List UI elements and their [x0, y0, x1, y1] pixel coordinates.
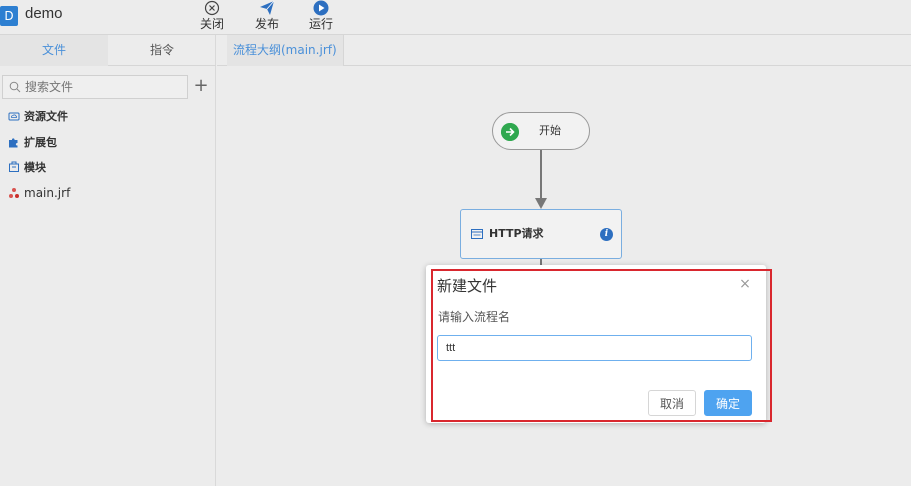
publish-button-label: 发布	[254, 17, 279, 31]
tab-files[interactable]: 文件	[0, 35, 108, 66]
cloud-folder-icon	[8, 112, 20, 121]
tree-item-label: 资源文件	[24, 110, 68, 123]
tree-item-label: 模块	[24, 161, 46, 174]
app-logo: D	[0, 6, 18, 26]
tab-commands[interactable]: 指令	[108, 35, 216, 66]
search-input[interactable]	[25, 78, 185, 96]
add-file-button[interactable]: +	[192, 76, 210, 96]
dialog-title: 新建文件	[437, 277, 498, 295]
top-toolbar: D demo 关闭 发布 运行	[0, 0, 911, 35]
tree-item-resources[interactable]: 资源文件	[8, 108, 68, 126]
run-button-label: 运行	[308, 17, 333, 31]
module-box-icon	[9, 161, 19, 172]
arrow-right-circle-icon	[501, 123, 519, 141]
editor-tab-bar: 流程大纲(main.jrf)	[217, 35, 911, 66]
tree-item-label: 扩展包	[24, 136, 57, 149]
tab-flow-outline[interactable]: 流程大纲(main.jrf)	[227, 35, 344, 66]
flow-connector	[540, 150, 542, 200]
puzzle-icon	[9, 138, 18, 148]
paper-plane-icon	[260, 0, 275, 15]
confirm-button[interactable]: 确定	[704, 390, 752, 416]
cancel-button[interactable]: 取消	[648, 390, 696, 416]
dialog-prompt: 请输入流程名	[438, 310, 511, 324]
publish-button[interactable]: 发布	[249, 0, 285, 35]
close-button-label: 关闭	[199, 17, 224, 31]
flow-node-start[interactable]: 开始	[492, 112, 590, 150]
flow-connector-arrow	[535, 198, 547, 209]
close-button[interactable]: 关闭	[194, 0, 230, 35]
flow-node-label: 开始	[539, 124, 561, 137]
flow-node-http-request[interactable]: HTTP请求 i	[460, 209, 622, 259]
search-box	[2, 75, 188, 99]
http-window-icon	[471, 229, 483, 239]
file-sidebar: 文件 指令 + 资源文件 扩展包 模块 main.jrf	[0, 35, 216, 486]
flow-file-icon	[9, 188, 19, 198]
search-icon	[9, 81, 21, 93]
app-title: demo	[25, 5, 63, 22]
tree-item-label: main.jrf	[24, 186, 71, 200]
run-button[interactable]: 运行	[303, 0, 339, 35]
tree-item-main-jrf[interactable]: main.jrf	[8, 184, 70, 202]
tree-item-packages[interactable]: 扩展包	[8, 134, 57, 152]
close-circle-icon	[204, 0, 220, 16]
tree-item-modules[interactable]: 模块	[8, 159, 46, 177]
play-icon	[313, 0, 329, 16]
flow-node-label: HTTP请求	[489, 227, 544, 240]
sidebar-tabs: 文件 指令	[0, 35, 216, 66]
close-icon[interactable]: ×	[738, 276, 752, 292]
info-icon[interactable]: i	[600, 228, 613, 241]
flow-name-input[interactable]	[437, 335, 752, 361]
